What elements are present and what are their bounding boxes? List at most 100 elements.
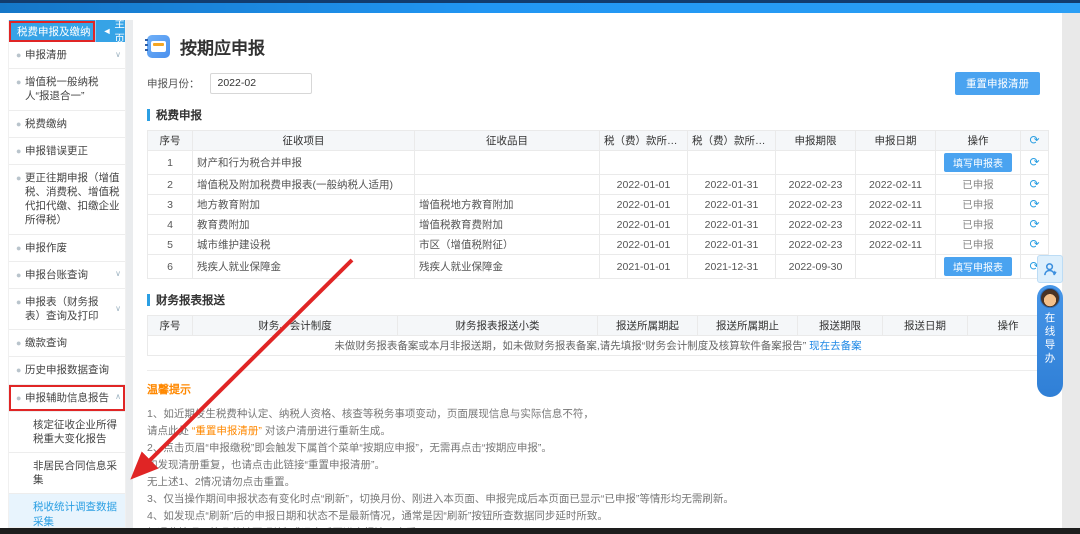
sidebar-item-label: 申报表（财务报表）查询及打印 (25, 295, 112, 323)
sidebar-item-label: 税费缴纳 (25, 117, 121, 131)
guide-label: 在线导办 (1043, 312, 1058, 366)
sidebar-item[interactable]: 税收统计调查数据采集 (9, 494, 125, 528)
cell-item (415, 175, 600, 195)
sidebar-item-label: 历史申报数据查询 (25, 363, 121, 377)
refresh-icon[interactable]: ⟳ (1029, 177, 1039, 191)
bullet-icon: ● (16, 118, 21, 130)
sidebar-item[interactable]: ●申报台账查询∨ (9, 262, 125, 289)
column-header: 申报期限 (776, 131, 856, 151)
cell-period-end: 2022-01-31 (688, 195, 776, 215)
tip-line: 如发现清册重复，也请点击此链接“重置申报清册”。 (147, 457, 1046, 474)
tip-text: 如发现清册重复，也请点击此链接“重置申报清册”。 (147, 459, 385, 471)
go-filing-link[interactable]: 现在去备案 (809, 340, 862, 352)
sidebar-item-label: 申报清册 (25, 48, 112, 62)
refresh-icon[interactable]: ⟳ (1029, 197, 1039, 211)
cell-period-start (600, 151, 688, 175)
tip-line: 3、仅当操作期间申报状态有变化时点“刷新”，切换月份、刚进入本页面、申报完成后本… (147, 491, 1046, 508)
sidebar-item[interactable]: ● 申报清册∨ (9, 42, 125, 69)
refresh-icon[interactable]: ⟳ (1029, 237, 1039, 251)
finance-section-title: 财务报表报送 (147, 292, 1046, 308)
tip-text: 1、如近期发生税费种认定、纳税人资格、核查等税务事项变动，页面展现信息与实际信息… (147, 408, 594, 420)
sidebar-item[interactable]: ●申报错误更正 (9, 138, 125, 165)
cell-project: 财产和行为税合并申报 (193, 151, 415, 175)
sidebar-item[interactable]: ●申报作废 (9, 235, 125, 262)
cell-action: 已申报 (936, 235, 1021, 255)
cell-item: 市区（增值税附征） (415, 235, 600, 255)
cell-period-start: 2022-01-01 (600, 175, 688, 195)
sidebar-item[interactable]: ●缴款查询 (9, 330, 125, 357)
cell-declare-date (856, 255, 936, 279)
cell-period-start: 2022-01-01 (600, 235, 688, 255)
chevron-down-icon: ∨ (115, 50, 121, 61)
cell-seq: 3 (148, 195, 193, 215)
cell-period-start: 2022-01-01 (600, 215, 688, 235)
tip-line: 1、如近期发生税费种认定、纳税人资格、核查等税务事项变动，页面展现信息与实际信息… (147, 406, 1046, 423)
tip-text: 对该户清册进行重新生成。 (262, 425, 391, 437)
tip-link[interactable]: “重置申报清册” (192, 425, 262, 437)
sidebar: 税费申报及缴纳 ◄ 主页 ●申报清册∨●增值税一般纳税人“报退合一”●税费缴纳●… (8, 20, 126, 528)
reset-declaration-list-button[interactable]: 重置申报清册 (955, 72, 1040, 95)
tip-line: 无上述1、2情况请勿点击重置。 (147, 474, 1046, 491)
cell-seq: 1 (148, 151, 193, 175)
declare-month-input[interactable] (210, 73, 312, 94)
sidebar-item-label: 申报台账查询 (25, 268, 112, 282)
cell-action: 已申报 (936, 215, 1021, 235)
browser-top-bar (0, 0, 1080, 13)
sidebar-item[interactable]: ●历史申报数据查询 (9, 357, 125, 384)
refresh-icon[interactable]: ⟳ (1029, 155, 1039, 169)
bottom-bar (0, 528, 1080, 534)
cell-declare-date: 2022-02-11 (856, 175, 936, 195)
cell-deadline (776, 151, 856, 175)
cell-action: 填写申报表 (936, 151, 1021, 175)
sidebar-item[interactable]: ● 税费缴纳 (9, 111, 125, 138)
refresh-icon[interactable]: ⟳ (1029, 217, 1039, 231)
column-header: 税（费）款所属期起 (600, 131, 688, 151)
sidebar-item-label: 增值税一般纳税人“报退合一” (25, 75, 121, 103)
cell-project: 教育费附加 (193, 215, 415, 235)
page-title: 按期应申报 (180, 34, 265, 59)
cell-deadline: 2022-02-23 (776, 215, 856, 235)
cell-period-end: 2021-12-31 (688, 255, 776, 279)
bullet-icon: ● (16, 49, 21, 61)
cell-refresh: ⟳ (1021, 151, 1049, 175)
sidebar-item[interactable]: ● 增值税一般纳税人“报退合一” (9, 69, 125, 110)
cell-period-start: 2021-01-01 (600, 255, 688, 279)
fill-declaration-button[interactable]: 填写申报表 (944, 153, 1012, 172)
column-header: 征收品目 (415, 131, 600, 151)
sidebar-item[interactable]: ● 申报表（财务报表）查询及打印∨ (9, 289, 125, 330)
filter-row: 申报月份： 重置申报清册 (147, 72, 1046, 94)
refresh-icon[interactable]: ⟳ (1029, 133, 1039, 147)
right-gutter (1062, 13, 1080, 528)
cell-seq: 2 (148, 175, 193, 195)
sidebar-item[interactable]: ●申报辅助信息报告∧ (9, 385, 125, 412)
bullet-icon: ● (16, 172, 21, 184)
bullet-icon: ● (16, 337, 21, 349)
table-row: 2增值税及附加税费申报表(一般纳税人适用)2022-01-012022-01-3… (148, 175, 1049, 195)
cell-refresh: ⟳ (1021, 175, 1049, 195)
chevron-up-icon: ∧ (115, 392, 121, 403)
month-label: 申报月份： (147, 76, 200, 91)
person-star-icon[interactable] (1037, 255, 1063, 283)
floating-widget: 在线导办 (1037, 255, 1063, 397)
cell-refresh: ⟳ (1021, 195, 1049, 215)
cell-action: 填写申报表 (936, 255, 1021, 279)
online-guide-button[interactable]: 在线导办 (1037, 285, 1063, 397)
sidebar-item[interactable]: 核定征收企业所得税重大变化报告 (9, 412, 125, 453)
fill-declaration-button[interactable]: 填写申报表 (944, 257, 1012, 276)
bullet-icon: ● (16, 296, 21, 308)
status-declared: 已申报 (962, 179, 994, 191)
cell-project: 地方教育附加 (193, 195, 415, 215)
column-header: 操作 (936, 131, 1021, 151)
cell-deadline: 2022-09-30 (776, 255, 856, 279)
chevron-down-icon: ∨ (115, 304, 121, 315)
status-declared: 已申报 (962, 199, 994, 211)
cell-deadline: 2022-02-23 (776, 175, 856, 195)
cell-item: 增值税地方教育附加 (415, 195, 600, 215)
sidebar-item[interactable]: 非居民合同信息采集 (9, 453, 125, 494)
bullet-icon: ● (16, 76, 21, 88)
cell-period-end: 2022-01-31 (688, 235, 776, 255)
sidebar-title: 税费申报及缴纳 (9, 21, 95, 42)
sidebar-item[interactable]: ●更正往期申报（增值税、消费税、增值税代扣代缴、扣缴企业所得税） (9, 165, 125, 235)
tip-text: 无上述1、2情况请勿点击重置。 (147, 476, 295, 488)
cell-seq: 6 (148, 255, 193, 279)
